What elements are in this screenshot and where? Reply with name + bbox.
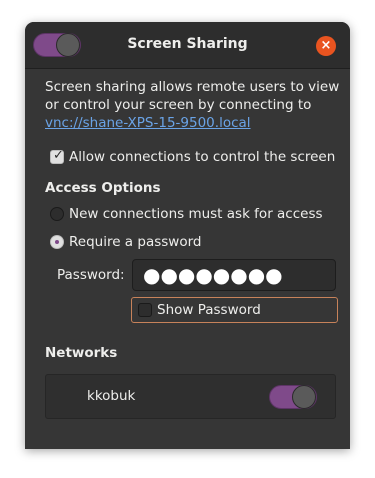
networks-title: Networks bbox=[45, 345, 118, 361]
show-password-row[interactable]: Show Password bbox=[131, 297, 338, 323]
show-password-label: Show Password bbox=[157, 302, 261, 318]
password-label: Password: bbox=[57, 267, 125, 283]
show-password-checkbox[interactable] bbox=[138, 303, 152, 317]
require-password-label: Require a password bbox=[69, 234, 202, 250]
ask-access-radio[interactable] bbox=[50, 207, 64, 221]
ask-access-label: New connections must ask for access bbox=[69, 206, 323, 222]
dialog-title: Screen Sharing bbox=[127, 36, 248, 52]
description-text: Screen sharing allows remote users to vi… bbox=[45, 79, 340, 113]
description: Screen sharing allows remote users to vi… bbox=[45, 78, 345, 132]
toggle-knob bbox=[292, 385, 316, 409]
allow-control-label: Allow connections to control the screen bbox=[69, 149, 336, 165]
require-password-radio[interactable] bbox=[50, 235, 64, 249]
allow-control-checkbox[interactable]: ✓ bbox=[50, 148, 64, 164]
close-icon: × bbox=[320, 38, 332, 53]
network-name: kkobuk bbox=[87, 388, 136, 404]
screen-sharing-dialog: Screen Sharing × Screen sharing allows r… bbox=[25, 22, 350, 449]
password-field[interactable]: ●●●●●●●● bbox=[132, 259, 336, 291]
access-options-title: Access Options bbox=[45, 180, 161, 196]
checkmark-icon: ✓ bbox=[53, 148, 64, 163]
close-button[interactable]: × bbox=[316, 36, 336, 56]
network-list: kkobuk bbox=[45, 374, 336, 419]
radio-dot bbox=[55, 240, 59, 244]
header-bar: Screen Sharing × bbox=[25, 22, 350, 69]
vnc-address-link[interactable]: vnc://shane-XPS-15-9500.local bbox=[45, 115, 251, 131]
network-toggle[interactable] bbox=[269, 385, 317, 409]
